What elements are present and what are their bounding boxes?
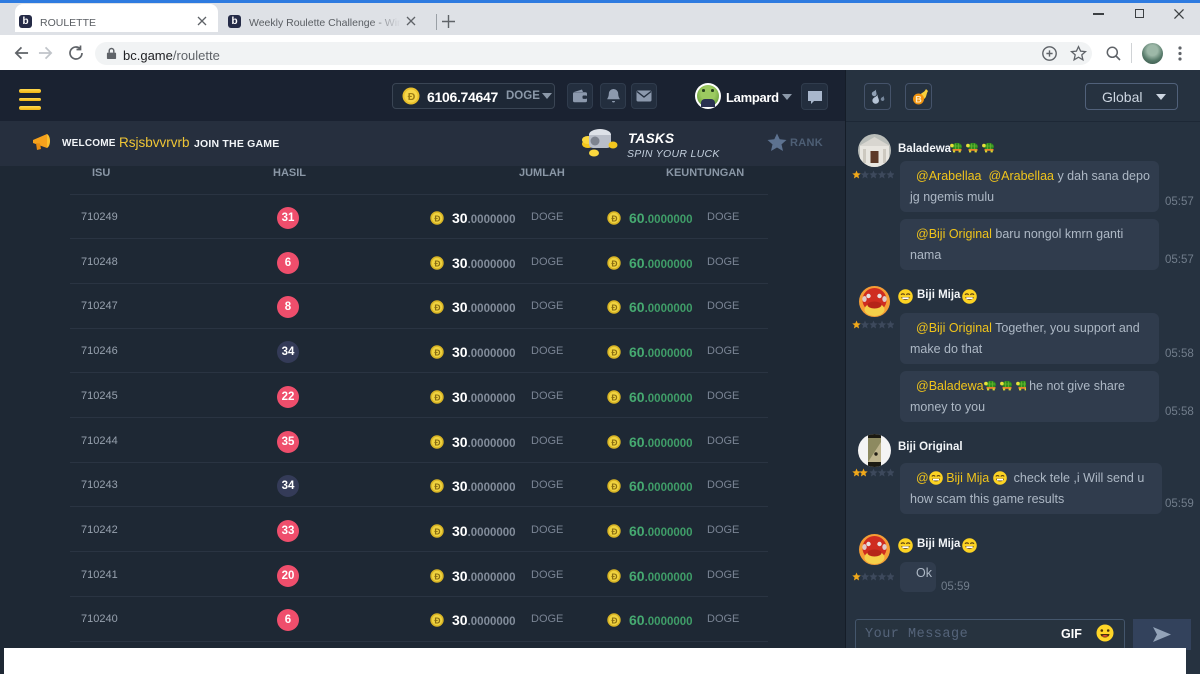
svg-text:Đ: Đ: [611, 213, 617, 223]
svg-text:Đ: Đ: [611, 392, 617, 402]
svg-text:Đ: Đ: [611, 481, 617, 491]
svg-text:B: B: [915, 95, 922, 105]
svg-text:Đ: Đ: [408, 91, 416, 103]
svg-text:Đ: Đ: [611, 347, 617, 357]
svg-text:Đ: Đ: [611, 437, 617, 447]
svg-text:Đ: Đ: [611, 303, 617, 313]
svg-text:Đ: Đ: [611, 571, 617, 581]
svg-text:Đ: Đ: [434, 526, 440, 536]
svg-text:Đ: Đ: [434, 213, 440, 223]
svg-text:Đ: Đ: [434, 481, 440, 491]
svg-text:Đ: Đ: [434, 303, 440, 313]
svg-text:Đ: Đ: [611, 526, 617, 536]
svg-text:Đ: Đ: [434, 258, 440, 268]
svg-text:Đ: Đ: [611, 616, 617, 626]
svg-text:Đ: Đ: [434, 437, 440, 447]
svg-text:Đ: Đ: [434, 392, 440, 402]
svg-text:Đ: Đ: [434, 616, 440, 626]
svg-text:Đ: Đ: [611, 258, 617, 268]
svg-text:Đ: Đ: [434, 571, 440, 581]
svg-text:Đ: Đ: [434, 347, 440, 357]
